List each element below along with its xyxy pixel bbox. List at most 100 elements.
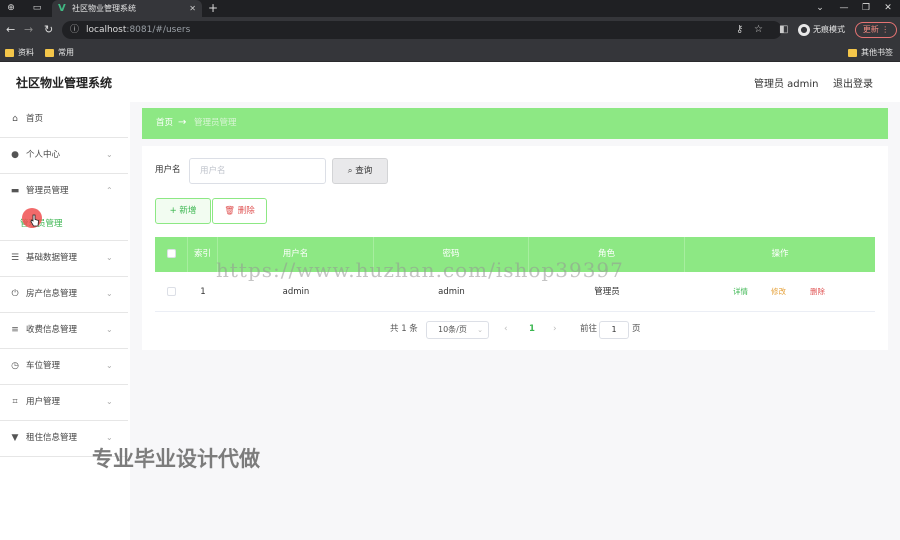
address-bar[interactable]: ⓘ localhost:8081/#/users <box>62 21 782 39</box>
tab-search-icon[interactable]: ▭ <box>30 2 44 15</box>
chevron-down-icon: ⌄ <box>106 397 113 406</box>
sidebar-item-property[interactable]: ⏻ 房产信息管理 ⌄ <box>0 277 128 313</box>
update-button[interactable]: 更新 ⋮ <box>855 22 897 38</box>
sidebar-item-label: 用户管理 <box>26 397 61 407</box>
url-host: localhost <box>86 25 127 35</box>
search-icon: ⌕ <box>347 166 353 176</box>
pagination-total: 共 1 条 <box>390 324 418 334</box>
incognito-label: 无痕模式 <box>813 25 845 34</box>
vue-logo-icon: V <box>58 3 66 14</box>
query-button[interactable]: ⌕ 查询 <box>332 158 388 184</box>
trash-icon: 🗑 <box>224 206 236 216</box>
detail-button[interactable]: 详情 <box>733 272 748 312</box>
row-checkbox[interactable] <box>167 287 176 296</box>
folder-icon <box>45 48 54 57</box>
folder-icon <box>848 48 857 57</box>
chevron-down-icon: ⌄ <box>106 289 113 298</box>
list-icon: ≡ <box>11 325 19 335</box>
gauge-icon: ◷ <box>11 361 19 371</box>
chevron-down-icon: ⌄ <box>106 433 113 442</box>
logout-link[interactable]: 退出登录 <box>833 75 873 90</box>
page-size-select[interactable]: 10条/页 ⌄ <box>426 321 489 339</box>
browser-menu-icon[interactable]: ⊕ <box>4 2 18 15</box>
incognito-icon: ● <box>798 24 810 36</box>
next-page-button[interactable]: › <box>553 324 557 335</box>
sidebar-item-users[interactable]: ⌗ 用户管理 ⌄ <box>0 385 128 421</box>
sidebar-item-label: 车位管理 <box>26 361 61 371</box>
chevron-down-icon: ⌄ <box>106 361 113 370</box>
app-title: 社区物业管理系统 <box>16 76 113 90</box>
breadcrumb: 首页 → 管理员管理 <box>142 108 888 139</box>
app-header: 社区物业管理系统 管理员 admin 退出登录 <box>0 62 900 102</box>
chevron-down-icon: ⌄ <box>106 325 113 334</box>
minimize-icon[interactable]: — <box>832 0 856 16</box>
breadcrumb-home[interactable]: 首页 <box>156 118 173 129</box>
back-icon[interactable]: ← <box>6 23 15 37</box>
sliders-icon: ☰ <box>10 253 20 263</box>
info-icon[interactable]: ⓘ <box>70 21 79 39</box>
chevron-down-icon: ⌄ <box>477 326 483 334</box>
chevron-down-icon[interactable]: ⌄ <box>808 0 832 16</box>
page-size-value: 10条/页 <box>438 325 467 334</box>
current-user: 管理员 admin <box>754 79 819 90</box>
row-index: 1 <box>200 287 206 297</box>
key-icon[interactable]: ⚷ <box>736 24 743 36</box>
browser-toolbar: ← → ↻ ⓘ localhost:8081/#/users ⚷ ☆ ◧ ● 无痕… <box>0 17 900 43</box>
sidebar-item-parking[interactable]: ◷ 车位管理 ⌄ <box>0 349 128 385</box>
sidebar-item-label: 基础数据管理 <box>26 253 78 263</box>
sidebar-item-home[interactable]: ⌂ 首页 <box>0 102 128 138</box>
url-watermark: https://www.huzhan.com/ishop39397 <box>216 258 624 282</box>
tab-title: 社区物业管理系统 <box>72 4 136 13</box>
sidebar-item-fees[interactable]: ≡ 收费信息管理 ⌄ <box>0 313 128 349</box>
chevron-down-icon: ⌄ <box>106 253 113 262</box>
close-tab-icon[interactable]: ✕ <box>189 0 196 17</box>
chevron-up-icon: ⌃ <box>106 186 113 195</box>
hand-cursor-icon <box>30 214 39 227</box>
username-search-input[interactable] <box>189 158 326 184</box>
column-header: 操作 <box>771 249 789 259</box>
browser-tab-bar: ⊕ ▭ V 社区物业管理系统 ✕ + ⌄ — ❐ ✕ <box>0 0 900 17</box>
sidebar-item-label: 个人中心 <box>26 150 61 160</box>
delete-button-label: 删除 <box>237 206 255 216</box>
sidebar-item-base-data[interactable]: ☰ 基础数据管理 ⌄ <box>0 241 128 277</box>
select-all-checkbox[interactable] <box>166 249 176 258</box>
main-panel: 用户名 ⌕ 查询 + 新增 🗑 删除 索引 用户名 密码 角色 操作 1 adm… <box>142 146 888 350</box>
text-watermark: 专业毕业设计代做 <box>92 447 260 471</box>
other-bookmarks[interactable]: 其他书签 <box>848 46 893 59</box>
sidebar-item-admin-manage[interactable]: ▬ 管理员管理 ⌃ <box>0 174 128 241</box>
page-number[interactable]: 1 <box>529 324 535 335</box>
prev-page-button[interactable]: ‹ <box>504 324 508 335</box>
delete-button[interactable]: 🗑 删除 <box>212 198 267 224</box>
incognito-indicator[interactable]: ● 无痕模式 <box>798 23 845 37</box>
goto-page-input[interactable]: 1 <box>599 321 629 339</box>
sidebar-item-label: 收费信息管理 <box>26 325 78 335</box>
select-all-cell <box>155 237 188 272</box>
bookmark-folder-1[interactable]: 常用 <box>45 46 74 59</box>
sidebar-item-label: 租住信息管理 <box>26 433 78 443</box>
bookmark-star-icon[interactable]: ☆ <box>754 24 763 36</box>
goto-label: 前往 <box>580 324 598 334</box>
bookmark-label: 常用 <box>58 48 74 57</box>
sidebar-item-label: 房产信息管理 <box>26 289 78 299</box>
row-select-cell <box>155 272 188 312</box>
side-panel-icon[interactable]: ◧ <box>779 24 788 36</box>
forward-icon[interactable]: → <box>24 23 33 37</box>
restore-icon[interactable]: ❐ <box>854 0 878 16</box>
new-tab-button[interactable]: + <box>208 0 218 16</box>
row-delete-button[interactable]: 删除 <box>810 272 825 312</box>
column-header: 索引 <box>188 237 218 272</box>
edit-button[interactable]: 修改 <box>771 272 786 312</box>
sidebar-item-profile[interactable]: ● 个人中心 ⌄ <box>0 138 128 174</box>
browser-tab[interactable]: V 社区物业管理系统 ✕ <box>52 0 202 17</box>
user-icon: ● <box>11 150 19 160</box>
add-button[interactable]: + 新增 <box>155 198 211 224</box>
plus-icon: + <box>169 206 177 216</box>
update-label: 更新 <box>862 25 879 34</box>
folder-icon <box>5 48 14 57</box>
reload-icon[interactable]: ↻ <box>44 23 53 37</box>
close-window-icon[interactable]: ✕ <box>876 0 900 16</box>
sidebar: ⌂ 首页 ● 个人中心 ⌄ ▬ 管理员管理 ⌃ 管理员管理 ☰ 基础数据管理 ⌄… <box>0 102 130 540</box>
breadcrumb-current: 管理员管理 <box>194 118 237 128</box>
bookmark-folder-0[interactable]: 资料 <box>5 46 34 59</box>
bookmark-label: 资料 <box>18 48 34 57</box>
